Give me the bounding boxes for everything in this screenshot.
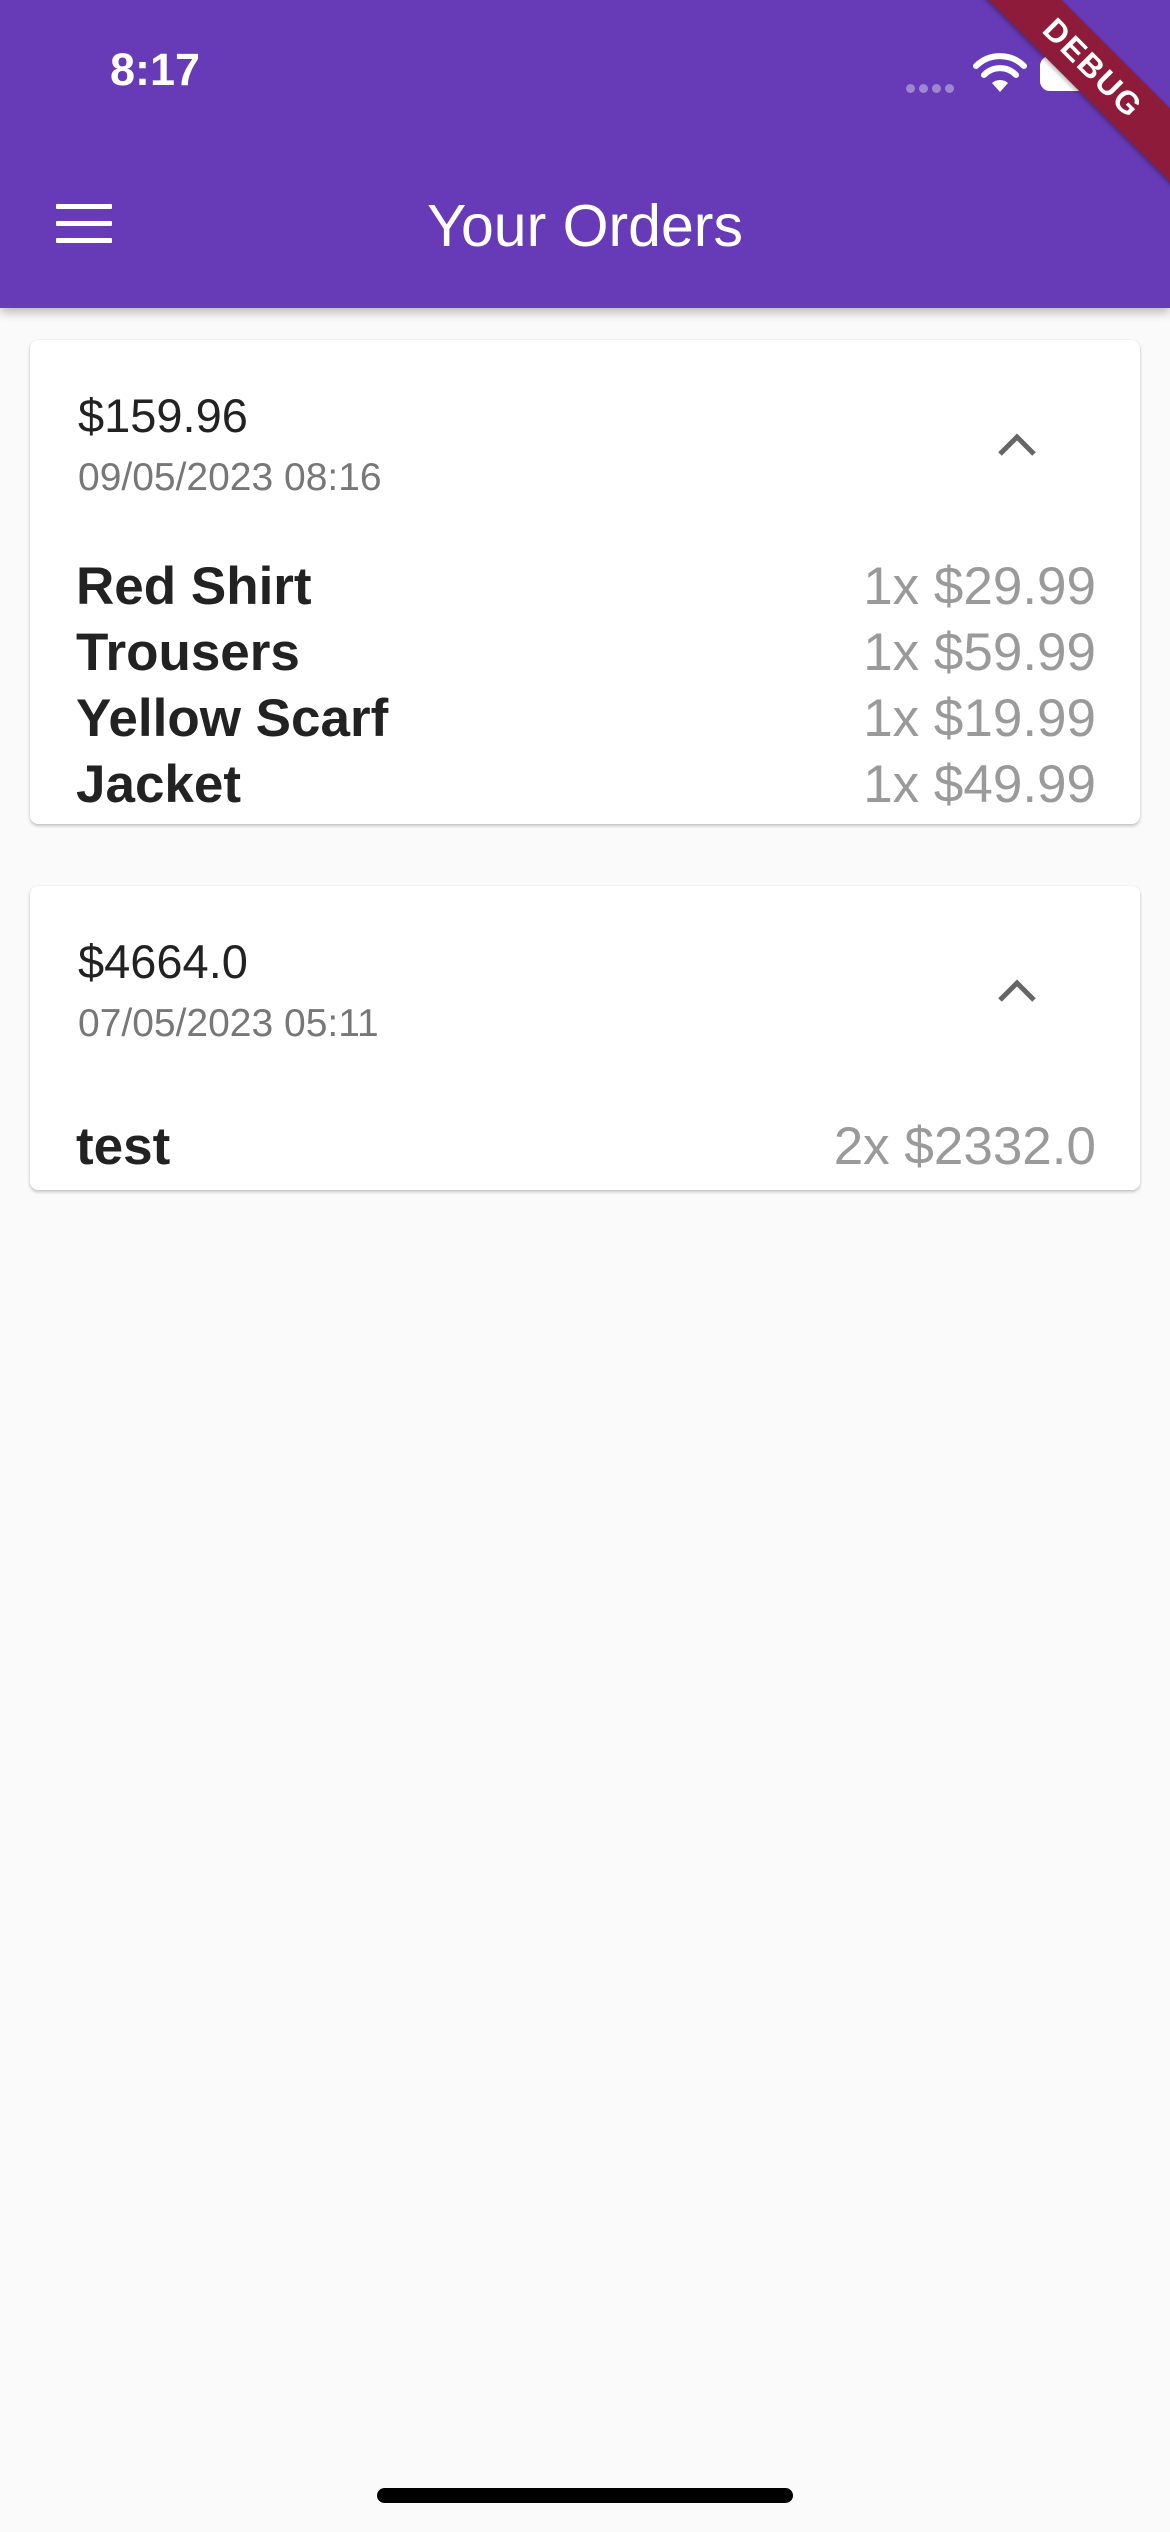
order-item-row: Red Shirt 1x $29.99: [76, 556, 1096, 622]
item-quantity-price: 1x $19.99: [863, 689, 1096, 748]
home-indicator[interactable]: [377, 2488, 793, 2503]
item-name: Jacket: [76, 755, 242, 814]
order-item-row: Jacket 1x $49.99: [76, 754, 1096, 820]
order-item-row: Trousers 1x $59.99: [76, 622, 1096, 688]
item-quantity-price: 1x $49.99: [863, 755, 1096, 814]
item-quantity-price: 2x $2332.0: [833, 1117, 1096, 1176]
order-item-row: test 2x $2332.0: [76, 1116, 1096, 1182]
item-quantity-price: 1x $29.99: [863, 557, 1096, 616]
chevron-up-icon[interactable]: [992, 424, 1042, 464]
cellular-signal-icon: [906, 80, 958, 93]
item-name: Trousers: [76, 623, 300, 682]
chevron-up-icon[interactable]: [992, 970, 1042, 1010]
order-item-row: Yellow Scarf 1x $19.99: [76, 688, 1096, 754]
page-title: Your Orders: [427, 193, 743, 259]
order-date: 07/05/2023 05:11: [78, 1002, 379, 1045]
app-bar: 8:17 Your Orders: [0, 0, 1170, 308]
order-card: $159.96 09/05/2023 08:16 Red Shirt 1x $2…: [30, 340, 1140, 824]
item-quantity-price: 1x $59.99: [863, 623, 1096, 682]
item-name: Red Shirt: [76, 557, 312, 616]
item-name: test: [76, 1117, 171, 1176]
status-bar-time: 8:17: [110, 44, 201, 95]
item-name: Yellow Scarf: [76, 689, 389, 748]
order-card: $4664.0 07/05/2023 05:11 test 2x $2332.0: [30, 886, 1140, 1190]
order-date: 09/05/2023 08:16: [78, 456, 382, 499]
wifi-icon: [973, 53, 1027, 92]
order-total: $4664.0: [78, 935, 248, 988]
order-total: $159.96: [78, 389, 248, 442]
